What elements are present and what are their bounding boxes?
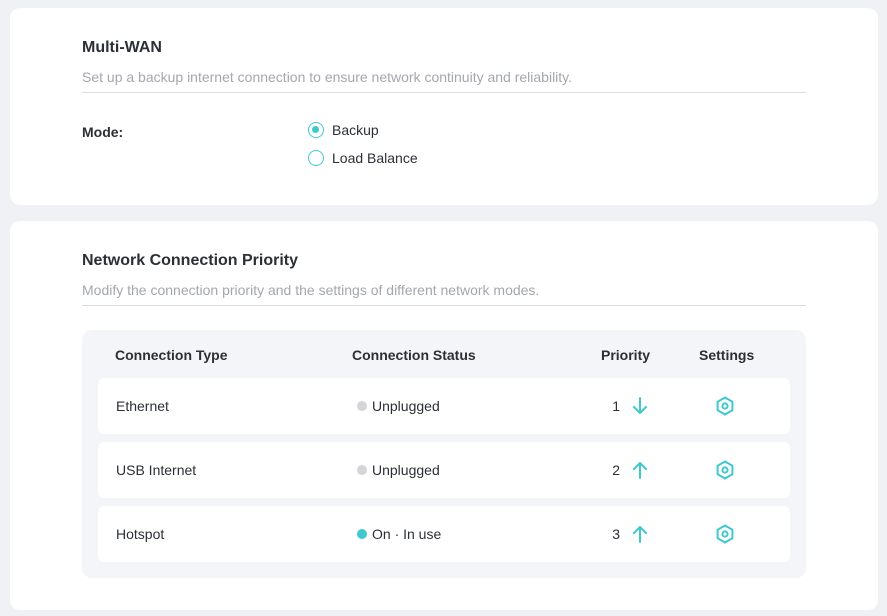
priority-cell: 1 — [610, 378, 650, 434]
status-dot — [357, 529, 367, 539]
mode-option-load-balance[interactable]: Load Balance — [308, 150, 418, 166]
connection-type: USB Internet — [116, 462, 197, 478]
mode-option-label: Backup — [332, 122, 379, 138]
gear-icon[interactable] — [714, 523, 736, 545]
priority-card: Network Connection Priority Modify the c… — [10, 221, 878, 610]
arrow-up-icon[interactable] — [630, 524, 650, 544]
connection-type: Ethernet — [116, 398, 169, 414]
arrow-up-icon[interactable] — [630, 460, 650, 480]
table-row: Ethernet Unplugged 1 — [98, 378, 790, 434]
priority-cell: 2 — [610, 442, 650, 498]
table-row: Hotspot On · In use 3 — [98, 506, 790, 562]
multiwan-title: Multi-WAN — [82, 39, 162, 56]
settings-cell — [714, 378, 736, 434]
gear-icon[interactable] — [714, 459, 736, 481]
priority-cell: 3 — [610, 506, 650, 562]
divider — [82, 92, 806, 93]
status-dot — [357, 465, 367, 475]
connection-priority-table: Connection Type Connection Status Priori… — [82, 330, 806, 578]
multiwan-card: Multi-WAN Set up a backup internet conne… — [10, 8, 878, 205]
radio-load-balance[interactable] — [308, 150, 324, 166]
priority-number: 2 — [612, 462, 620, 478]
priority-description: Modify the connection priority and the s… — [82, 282, 540, 298]
divider — [82, 305, 806, 306]
column-header-connection-type: Connection Type — [115, 347, 228, 363]
status-text: On · In use — [372, 526, 442, 542]
mode-label: Mode: — [82, 124, 124, 140]
connection-status: Unplugged — [357, 378, 440, 434]
arrow-down-icon[interactable] — [630, 396, 650, 416]
status-text: Unplugged — [372, 462, 440, 478]
multiwan-description: Set up a backup internet connection to e… — [82, 69, 573, 85]
priority-title: Network Connection Priority — [82, 252, 299, 269]
connection-type: Hotspot — [116, 526, 165, 542]
status-text: Unplugged — [372, 398, 440, 414]
column-header-connection-status: Connection Status — [352, 347, 476, 363]
priority-number: 3 — [612, 526, 620, 542]
settings-cell — [714, 506, 736, 562]
settings-cell — [714, 442, 736, 498]
status-dot — [357, 401, 367, 411]
gear-icon[interactable] — [714, 395, 736, 417]
column-header-priority: Priority — [601, 347, 651, 363]
connection-status: On · In use — [357, 506, 441, 562]
table-row: USB Internet Unplugged 2 — [98, 442, 790, 498]
priority-number: 1 — [612, 398, 620, 414]
mode-option-backup[interactable]: Backup — [308, 122, 379, 138]
mode-option-label: Load Balance — [332, 150, 418, 166]
column-header-settings: Settings — [699, 347, 755, 363]
radio-backup[interactable] — [308, 122, 324, 138]
connection-status: Unplugged — [357, 442, 440, 498]
